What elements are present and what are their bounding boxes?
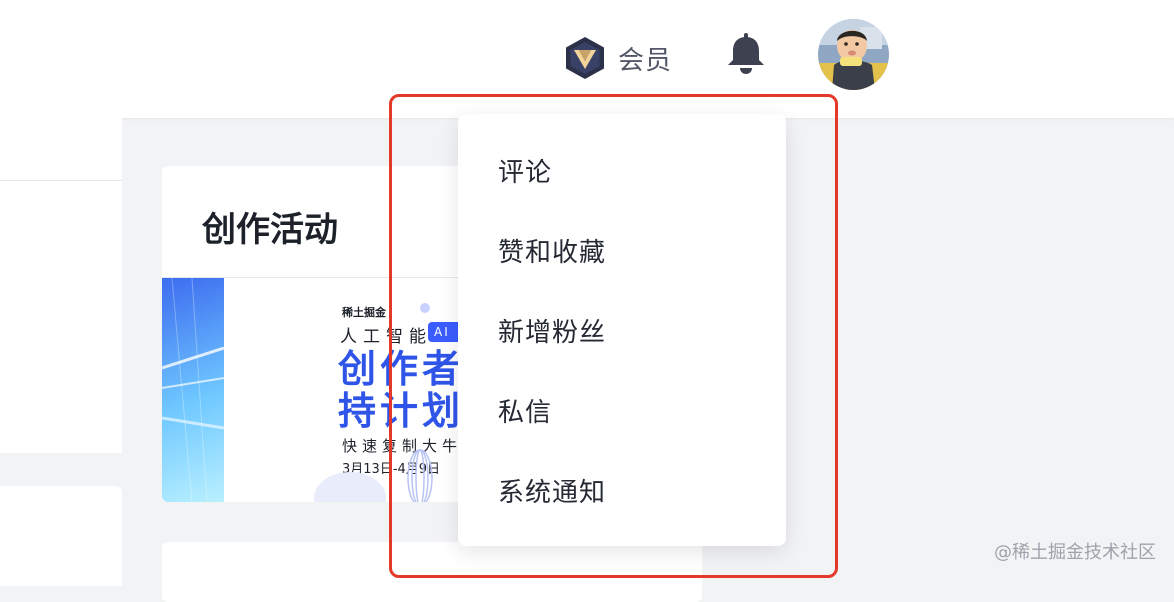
banner-brand: 稀土掘金 (342, 306, 386, 319)
banner-dot (420, 303, 430, 313)
watermark: @稀土掘金技术社区 (994, 542, 1156, 563)
banner-graphic (162, 278, 224, 502)
bell-icon (728, 33, 764, 74)
menu-item-private-messages[interactable]: 私信 (458, 378, 786, 442)
left-sidebar-card-2 (0, 486, 122, 586)
notification-dropdown: 评论 赞和收藏 新增粉丝 私信 系统通知 (458, 114, 786, 546)
avatar-photo (818, 19, 889, 90)
activity-title: 创作活动 (202, 210, 338, 250)
menu-item-comments[interactable]: 评论 (458, 138, 786, 202)
banner-line1: 人工智能 (340, 327, 432, 347)
banner-headline-2: 持计划 (338, 389, 465, 433)
notification-bell-button[interactable] (724, 32, 768, 78)
vip-entry[interactable]: 会员 (564, 36, 672, 80)
menu-item-new-followers[interactable]: 新增粉丝 (458, 298, 786, 362)
banner-light-rays-icon (162, 278, 224, 502)
sidebar-divider (0, 180, 122, 181)
bottom-card (162, 542, 702, 602)
user-avatar[interactable] (818, 19, 889, 90)
menu-item-system-notifications[interactable]: 系统通知 (458, 458, 786, 522)
banner-headline-1: 创作者 (338, 347, 465, 391)
vip-label: 会员 (618, 45, 673, 76)
menu-item-likes-favorites[interactable]: 赞和收藏 (458, 218, 786, 282)
vip-badge-icon (566, 37, 604, 79)
top-navbar: 会员 (0, 0, 1174, 118)
left-sidebar-card (0, 118, 122, 453)
banner-rings-icon (314, 449, 433, 502)
